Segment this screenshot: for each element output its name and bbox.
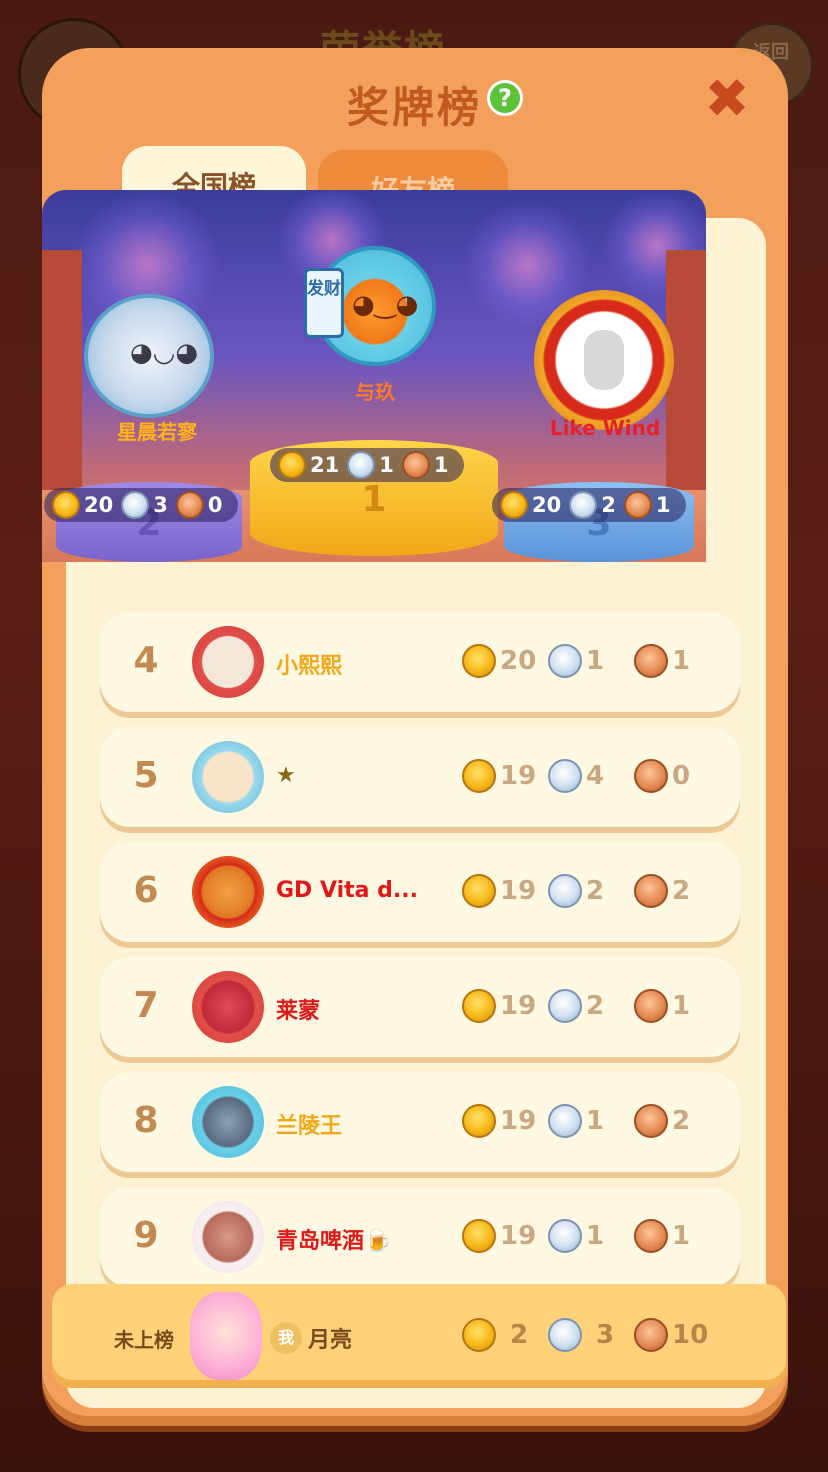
my-rank-row[interactable]: 未上榜 我 月亮 2 3 10: [52, 1284, 786, 1388]
rank-number: 4: [133, 640, 159, 681]
silver-count: 3: [596, 1320, 615, 1350]
gold-medal-icon: [462, 759, 496, 793]
silver-count: 2: [586, 876, 605, 906]
medal-counts: 19 4 0: [462, 759, 732, 795]
list-item[interactable]: 4 小熙熙 20 1 1: [100, 612, 740, 712]
medal-counts: 19 1 1: [462, 1219, 732, 1255]
gold-medal-icon: [462, 1104, 496, 1138]
gold-medal-icon: [462, 989, 496, 1023]
player-name: 莱蒙: [276, 999, 321, 1024]
gold-count: 19: [500, 1106, 537, 1136]
gold-medal-icon: [462, 644, 496, 678]
bronze-medal-icon: [634, 1104, 668, 1138]
silver-medal-icon: [548, 644, 582, 678]
bronze-medal-icon: [634, 1318, 668, 1352]
list-item[interactable]: 9 青岛啤酒🍺 19 1 1: [100, 1187, 740, 1287]
bronze-medal-icon: [634, 1219, 668, 1253]
bronze-count: 2: [672, 876, 691, 906]
silver-count: 1: [586, 646, 605, 676]
player-name: ★: [276, 763, 296, 788]
avatar[interactable]: [192, 971, 264, 1043]
avatar[interactable]: [192, 1201, 264, 1273]
silver-count: 1: [586, 1106, 605, 1136]
gold-count: 19: [500, 761, 537, 791]
rank-number: 9: [133, 1215, 159, 1256]
silver-count: 2: [586, 991, 605, 1021]
silver-medal-icon: [548, 874, 582, 908]
bronze-medal-icon: [634, 989, 668, 1023]
bronze-count: 0: [672, 761, 691, 791]
rank-number: 6: [133, 870, 159, 911]
player-name: 兰陵王: [276, 1114, 343, 1139]
silver-medal-icon: [548, 1104, 582, 1138]
player-name: GD Vita d...: [276, 878, 419, 903]
bronze-count: 10: [672, 1320, 709, 1350]
medal-counts: 19 2 1: [462, 989, 732, 1025]
rank-number: 7: [133, 985, 159, 1026]
silver-medal-icon: [548, 1219, 582, 1253]
bronze-count: 1: [672, 646, 691, 676]
avatar[interactable]: [192, 626, 264, 698]
avatar[interactable]: [192, 741, 264, 813]
bronze-medal-icon: [634, 759, 668, 793]
medal-counts: 20 1 1: [462, 644, 732, 680]
me-badge: 我: [270, 1322, 302, 1354]
silver-medal-icon: [548, 1318, 582, 1352]
my-rank-status: 未上榜: [114, 1328, 174, 1352]
rank-number: 5: [133, 755, 159, 796]
bronze-count: 1: [672, 991, 691, 1021]
gold-count: 19: [500, 991, 537, 1021]
avatar[interactable]: [192, 856, 264, 928]
gold-medal-icon: [462, 1219, 496, 1253]
silver-medal-icon: [548, 759, 582, 793]
player-name: 小熙熙: [276, 654, 343, 679]
my-name: 月亮: [308, 1328, 353, 1353]
gold-count: 19: [500, 1221, 537, 1251]
list-item[interactable]: 8 兰陵王 19 1 2: [100, 1072, 740, 1172]
avatar[interactable]: [192, 1086, 264, 1158]
silver-medal-icon: [548, 989, 582, 1023]
list-item[interactable]: 5 ★ 19 4 0: [100, 727, 740, 827]
medal-counts: 19 2 2: [462, 874, 732, 910]
gold-count: 2: [510, 1320, 529, 1350]
list-item[interactable]: 6 GD Vita d... 19 2 2: [100, 842, 740, 942]
medal-counts: 19 1 2: [462, 1104, 732, 1140]
player-name: 青岛啤酒🍺: [276, 1229, 392, 1254]
bronze-medal-icon: [634, 874, 668, 908]
list-item[interactable]: 7 莱蒙 19 2 1: [100, 957, 740, 1057]
gold-count: 19: [500, 876, 537, 906]
bronze-medal-icon: [634, 644, 668, 678]
rank-list: 4 小熙熙 20 1 1 5 ★ 19 4 0 6 GD Vita d... 1…: [0, 0, 828, 1472]
bronze-count: 1: [672, 1221, 691, 1251]
gold-medal-icon: [462, 1318, 496, 1352]
silver-count: 1: [586, 1221, 605, 1251]
bronze-count: 2: [672, 1106, 691, 1136]
gold-medal-icon: [462, 874, 496, 908]
silver-count: 4: [586, 761, 605, 791]
my-avatar[interactable]: [190, 1292, 262, 1380]
rank-number: 8: [133, 1100, 159, 1141]
gold-count: 20: [500, 646, 537, 676]
